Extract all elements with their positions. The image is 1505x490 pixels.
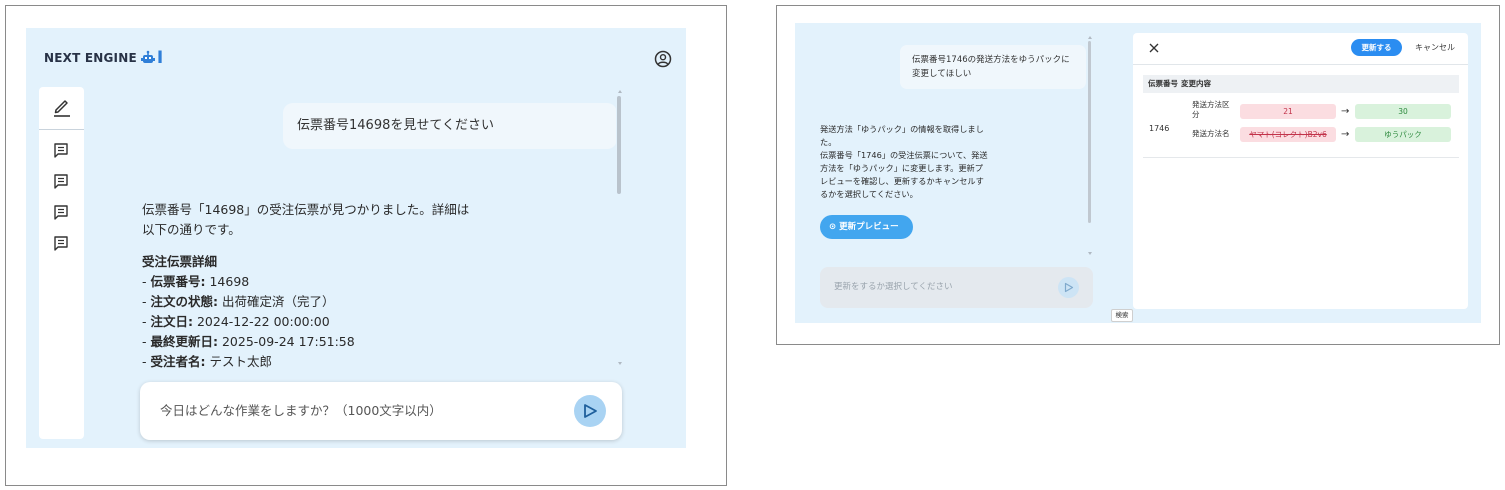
right-arrow-icon: → [1341, 106, 1350, 117]
scrollbar-up-arrow[interactable] [1088, 36, 1092, 39]
panel-divider [1133, 64, 1468, 65]
ai-logo-mark: I [140, 48, 164, 68]
detail-value: 2025-09-24 17:51:58 [217, 334, 355, 349]
detail-row: - 注文日: 2024-12-22 00:00:00 [142, 314, 330, 329]
field-name-line: 分 [1192, 110, 1200, 119]
assistant-line: た。 [820, 137, 837, 147]
chat-thread: 伝票番号14698を見せてください 伝票番号「14698」の受注伝票が見つかりま… [126, 88, 616, 376]
detail-value: テスト太郎 [205, 354, 272, 369]
cancel-button[interactable]: キャンセル [1415, 39, 1455, 56]
assistant-intro: 以下の通りです。 [142, 222, 241, 237]
close-icon[interactable] [1147, 41, 1161, 55]
send-button[interactable] [574, 395, 606, 427]
detail-label: 注文の状態: [150, 294, 218, 309]
table-row-divider [1143, 157, 1459, 158]
old-value: 21 [1240, 104, 1336, 119]
pencil-icon[interactable] [51, 95, 73, 119]
send-button[interactable] [1058, 277, 1079, 298]
update-preview-panel: 更新する キャンセル 伝票番号 変更内容 1746 発送方法区 分 21 → 3… [1133, 33, 1468, 309]
detail-row: - 最終更新日: 2025-09-24 17:51:58 [142, 334, 355, 349]
assistant-line: 発送方法「ゆうパック」の情報を取得しまし [820, 124, 984, 134]
old-value: ヤマト(コレクト)B2v6 [1240, 127, 1336, 142]
scrollbar-down-arrow[interactable] [1088, 252, 1092, 255]
chat-app-left: NEXT ENGINE I 伝票番号14698を見せてください 伝票番号「146… [26, 28, 686, 448]
user-message-bubble: 伝票番号14698を見せてください [283, 103, 616, 149]
sidebar-divider [39, 129, 84, 130]
detail-label: 伝票番号: [150, 274, 206, 289]
chat-input-placeholder: 今日はどんな作業をしますか？（1000文字以内） [160, 403, 442, 418]
assistant-message: 発送方法「ゆうパック」の情報を取得しまし た。 伝票番号「1746」の受注伝票に… [820, 123, 1020, 201]
user-message-bubble: 伝票番号1746の発送方法をゆうパックに 変更してほしい [900, 45, 1086, 89]
chat-input-placeholder: 更新をするか選択してください [834, 282, 953, 292]
table-header: 伝票番号 変更内容 [1143, 75, 1459, 93]
detail-row: - 受注者名: テスト太郎 [142, 354, 272, 369]
brand-name: NEXT ENGINE [44, 51, 137, 65]
send-arrow-icon [1064, 282, 1074, 293]
assistant-line: るかを選択してください。 [820, 189, 918, 199]
detail-row: - 伝票番号: 14698 [142, 274, 250, 289]
user-circle-icon[interactable] [654, 50, 672, 68]
chat-input[interactable]: 今日はどんな作業をしますか？（1000文字以内） [140, 382, 622, 440]
field-name-line: 発送方法名 [1192, 129, 1230, 138]
change-field-name: 発送方法名 [1192, 129, 1230, 139]
right-arrow-icon: → [1341, 129, 1350, 140]
scrollbar-up-arrow[interactable] [618, 90, 622, 93]
chat-history-icon[interactable] [53, 142, 69, 158]
detail-value: 出荷確定済（完了） [217, 294, 335, 309]
chat-app-right: 伝票番号1746の発送方法をゆうパックに 変更してほしい 発送方法「ゆうパック」… [795, 23, 1481, 323]
field-name-line: 発送方法区 [1192, 100, 1230, 109]
detail-label: 注文日: [150, 314, 193, 329]
robot-icon [140, 50, 155, 63]
chat-history-icon[interactable] [53, 204, 69, 220]
assistant-line: レビューを確認し、更新するかキャンセルす [820, 176, 984, 186]
detail-label: 最終更新日: [150, 334, 218, 349]
column-header-slip-number: 伝票番号 [1148, 79, 1178, 88]
chat-history-icon[interactable] [53, 173, 69, 189]
scrollbar-down-arrow[interactable] [618, 362, 622, 365]
send-arrow-icon [584, 404, 597, 418]
detail-value: 2024-12-22 00:00:00 [192, 314, 330, 329]
assistant-line: 方法を「ゆうパック」に変更します。更新プ [820, 163, 983, 173]
new-value: ゆうパック [1355, 127, 1451, 142]
detail-value: 14698 [205, 274, 250, 289]
assistant-intro: 伝票番号「14698」の受注伝票が見つかりました。詳細は [142, 202, 470, 217]
chat-scrollbar[interactable] [617, 96, 621, 194]
slip-number-cell: 1746 [1149, 124, 1170, 133]
user-message-line: 変更してほしい [912, 69, 972, 79]
search-tooltip: 検索 [1111, 309, 1133, 322]
update-button[interactable]: 更新する [1351, 39, 1402, 56]
detail-label: 受注者名: [150, 354, 206, 369]
update-preview-button[interactable]: ⊙ 更新プレビュー [820, 215, 913, 239]
ai-logo-text: I [156, 48, 164, 68]
sidebar [39, 87, 84, 439]
chat-scrollbar[interactable] [1088, 41, 1091, 223]
chat-history-icon[interactable] [53, 235, 69, 251]
detail-row: - 注文の状態: 出荷確定済（完了） [142, 294, 335, 309]
column-header-changes: 変更内容 [1181, 79, 1211, 88]
assistant-message: 伝票番号「14698」の受注伝票が見つかりました。詳細は 以下の通りです。 受注… [142, 200, 582, 372]
brand-logo: NEXT ENGINE I [44, 48, 163, 68]
new-value: 30 [1355, 104, 1451, 119]
change-field-name: 発送方法区 分 [1192, 100, 1230, 120]
assistant-line: 伝票番号「1746」の受注伝票について、発送 [820, 150, 988, 160]
chat-input-disabled[interactable]: 更新をするか選択してください [820, 267, 1093, 308]
user-message-line: 伝票番号1746の発送方法をゆうパックに [912, 55, 1070, 65]
detail-heading: 受注伝票詳細 [142, 254, 218, 269]
